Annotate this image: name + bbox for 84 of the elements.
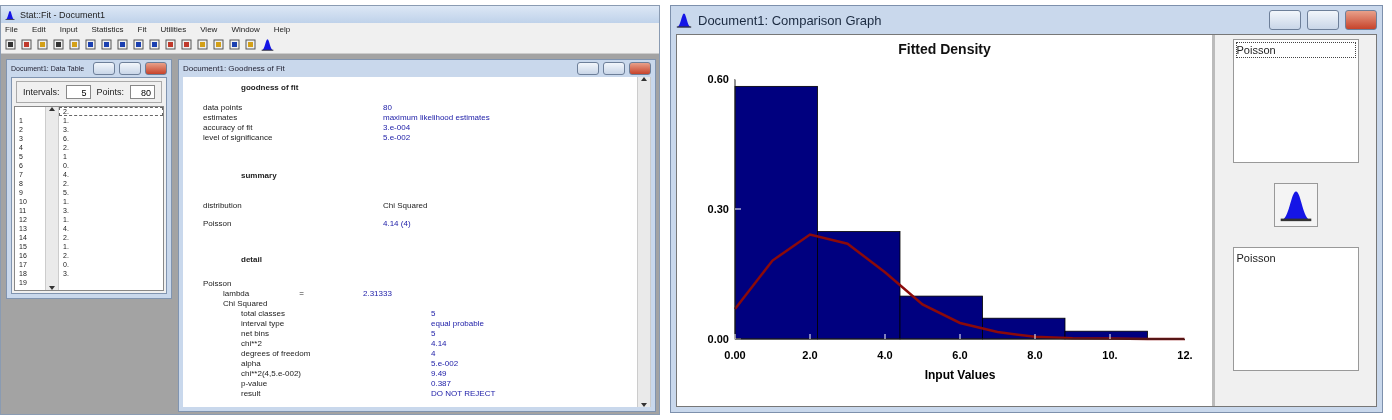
chart-title: Fitted Density — [898, 41, 991, 57]
points-label: Points: — [96, 87, 124, 97]
maximize-button[interactable] — [1307, 10, 1339, 30]
report-value: maximum likelihood estimates — [383, 113, 490, 123]
report-label: lambda = — [222, 289, 305, 299]
report-value: 2.31333 — [363, 289, 392, 299]
menu-item[interactable]: Input — [59, 25, 78, 34]
x-tick-label: 6.0 — [951, 349, 968, 361]
scroll-up-icon[interactable] — [641, 77, 647, 81]
bell-curve-icon — [261, 38, 274, 51]
report-label: accuracy of fit — [203, 123, 254, 133]
report-value: equal probable — [431, 319, 484, 329]
x-tick-label: 0.00 — [723, 349, 746, 361]
report-label: degrees of freedom — [240, 349, 312, 359]
maximize-button[interactable] — [603, 62, 625, 75]
report-label: interval type — [240, 319, 286, 329]
x-tick-label: 12. — [1176, 349, 1193, 361]
report-value: 4 — [431, 349, 436, 359]
report-value: 5.e-002 — [383, 133, 411, 143]
report-label: data points — [203, 103, 244, 113]
report-label: total classes — [240, 309, 287, 319]
report-label: result — [240, 389, 262, 399]
distribution-button[interactable] — [1273, 183, 1318, 227]
report-label: chi**2(4,5.e-002) — [240, 369, 303, 379]
window-title: Stat::Fit - Document1 — [20, 9, 106, 20]
report-value: 9.49 — [431, 369, 447, 379]
list-item[interactable]: Poisson — [1235, 250, 1356, 266]
report-label: chi**2 — [240, 339, 263, 349]
intervals-field[interactable]: 5 — [65, 85, 91, 99]
report-label: Poisson — [203, 279, 233, 289]
menu-item[interactable]: Utilities — [160, 25, 187, 34]
report-value: 0.387 — [431, 379, 452, 389]
report-value: 5 — [431, 329, 436, 339]
menu-item[interactable]: Window — [231, 25, 260, 34]
section-heading: goodness of fit — [241, 83, 300, 93]
x-tick-label: 4.0 — [876, 349, 893, 361]
report-label: estimates — [203, 113, 239, 123]
points-field[interactable]: 80 — [130, 85, 155, 99]
x-tick-label: 10. — [1101, 349, 1118, 361]
x-tick-label: 8.0 — [1026, 349, 1043, 361]
scrollbar[interactable] — [637, 77, 651, 407]
scrollbar[interactable] — [45, 107, 59, 290]
maximize-button[interactable] — [119, 62, 141, 75]
equals-sign: = — [299, 289, 304, 298]
window-title: Document1: Comparison Graph — [698, 12, 883, 28]
report-label: alpha — [240, 359, 262, 369]
report-label: Chi Squared — [222, 299, 269, 309]
minimize-button[interactable] — [577, 62, 599, 75]
report-value: 5.e-002 — [431, 359, 459, 369]
x-tick-label: 2.0 — [801, 349, 818, 361]
report-value: 5 — [431, 309, 436, 319]
scroll-down-icon[interactable] — [641, 403, 647, 407]
menu-item[interactable]: Edit — [31, 25, 46, 34]
window-title: Document1: Goodness of Fit — [183, 64, 286, 73]
column-header: Chi Squared — [383, 201, 429, 211]
report-value: 80 — [383, 103, 392, 113]
report-label: p-value — [240, 379, 269, 389]
report-label: Poisson — [203, 219, 233, 229]
report-value: 3.e-004 — [383, 123, 411, 133]
menu-item[interactable]: Statistics — [91, 25, 124, 34]
intervals-label: Intervals: — [23, 87, 60, 97]
scroll-down-icon[interactable] — [49, 286, 55, 290]
report-value: 4.14 — [431, 339, 447, 349]
section-heading: summary — [241, 171, 278, 181]
y-tick-label: 0.00 — [707, 333, 729, 345]
report-value: 4.14 (4) — [383, 219, 411, 229]
section-heading: detail — [241, 255, 263, 265]
y-tick-label: 0.30 — [707, 203, 729, 215]
minimize-button[interactable] — [1269, 10, 1301, 30]
y-tick-label: 0.60 — [707, 73, 729, 85]
bell-curve-icon — [676, 12, 692, 28]
x-axis-title: Input Values — [924, 368, 995, 382]
menu-item[interactable]: File — [5, 25, 18, 34]
report-value: DO NOT REJECT — [431, 389, 496, 399]
minimize-button[interactable] — [93, 62, 115, 75]
list-item[interactable]: Poisson — [1235, 42, 1356, 58]
report-label: net bins — [240, 329, 271, 339]
scroll-up-icon[interactable] — [49, 107, 55, 111]
report-label: level of significance — [203, 133, 274, 143]
menu-item[interactable]: View — [200, 25, 218, 34]
column-header: distribution — [203, 201, 243, 211]
menu-item[interactable]: Fit — [137, 25, 147, 34]
bell-curve-icon — [5, 9, 15, 20]
menu-item[interactable]: Help — [273, 25, 291, 34]
